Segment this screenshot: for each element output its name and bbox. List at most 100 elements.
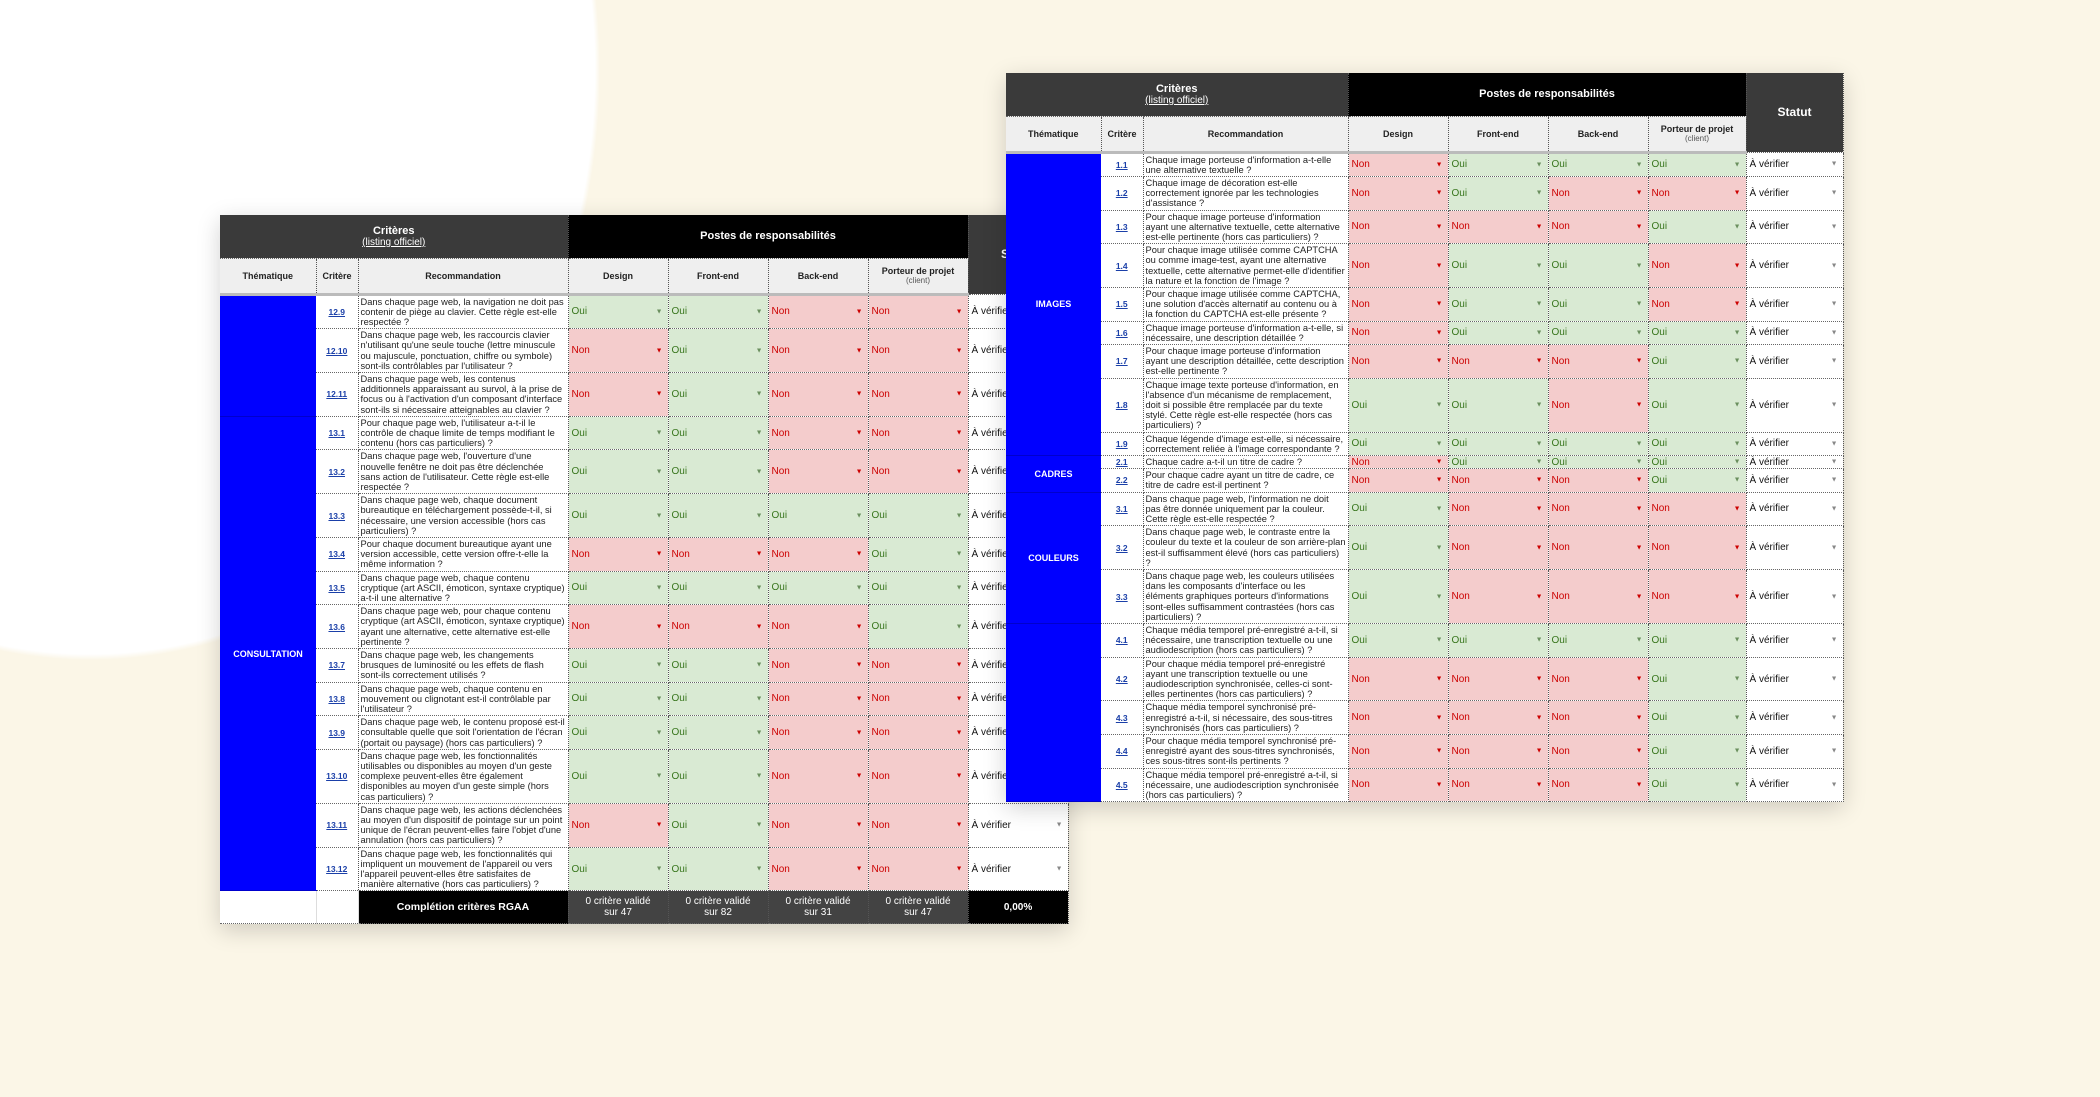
backend-dropdown[interactable]: Oui ▼ [1548, 432, 1649, 456]
design-dropdown[interactable]: Non ▼ [568, 372, 669, 417]
porteur-dropdown[interactable]: Oui ▼ [1648, 657, 1747, 702]
porteur-dropdown[interactable]: Oui ▼ [868, 604, 969, 649]
statut-dropdown[interactable]: À vérifier ▼ [1746, 321, 1844, 345]
critere-link[interactable]: 3.1 [1101, 492, 1144, 527]
critere-link[interactable]: 13.2 [316, 449, 359, 495]
backend-dropdown[interactable]: Non ▼ [768, 682, 869, 717]
porteur-dropdown[interactable]: Oui ▼ [1648, 344, 1747, 379]
critere-link[interactable]: 12.9 [316, 294, 359, 330]
backend-dropdown[interactable]: Non ▼ [768, 648, 869, 683]
frontend-dropdown[interactable]: Non ▼ [1448, 657, 1549, 702]
porteur-dropdown[interactable]: Oui ▼ [1648, 468, 1747, 493]
porteur-dropdown[interactable]: Non ▼ [868, 372, 969, 417]
porteur-dropdown[interactable]: Oui ▼ [1648, 700, 1747, 736]
backend-dropdown[interactable]: Non ▼ [1548, 378, 1649, 433]
frontend-dropdown[interactable]: Oui ▼ [668, 803, 769, 848]
design-dropdown[interactable]: Non ▼ [568, 328, 669, 373]
critere-link[interactable]: 4.1 [1101, 623, 1144, 658]
frontend-dropdown[interactable]: Oui ▼ [1448, 321, 1549, 345]
design-dropdown[interactable]: Oui ▼ [568, 571, 669, 606]
design-dropdown[interactable]: Oui ▼ [1348, 492, 1449, 527]
backend-dropdown[interactable]: Non ▼ [1548, 344, 1649, 379]
porteur-dropdown[interactable]: Oui ▼ [1648, 455, 1747, 470]
design-dropdown[interactable]: Oui ▼ [568, 715, 669, 750]
critere-link[interactable]: 13.11 [316, 803, 359, 848]
frontend-dropdown[interactable]: Non ▼ [1448, 734, 1549, 769]
design-dropdown[interactable]: Oui ▼ [1348, 623, 1449, 658]
porteur-dropdown[interactable]: Non ▼ [1648, 243, 1747, 288]
statut-dropdown[interactable]: À vérifier ▼ [968, 803, 1069, 848]
backend-dropdown[interactable]: Non ▼ [1548, 525, 1649, 571]
frontend-dropdown[interactable]: Oui ▼ [1448, 455, 1549, 470]
porteur-dropdown[interactable]: Non ▼ [1648, 525, 1747, 571]
critere-link[interactable]: 13.9 [316, 715, 359, 750]
backend-dropdown[interactable]: Non ▼ [768, 847, 869, 892]
backend-dropdown[interactable]: Oui ▼ [1548, 623, 1649, 658]
design-dropdown[interactable]: Non ▼ [1348, 321, 1449, 345]
design-dropdown[interactable]: Oui ▼ [568, 648, 669, 683]
frontend-dropdown[interactable]: Non ▼ [1448, 768, 1549, 803]
design-dropdown[interactable]: Oui ▼ [1348, 525, 1449, 571]
backend-dropdown[interactable]: Oui ▼ [768, 571, 869, 606]
backend-dropdown[interactable]: Non ▼ [768, 449, 869, 495]
design-dropdown[interactable]: Oui ▼ [568, 493, 669, 538]
backend-dropdown[interactable]: Non ▼ [1548, 468, 1649, 493]
porteur-dropdown[interactable]: Oui ▼ [1648, 378, 1747, 433]
critere-link[interactable]: 13.5 [316, 571, 359, 606]
backend-dropdown[interactable]: Oui ▼ [1548, 287, 1649, 322]
critere-link[interactable]: 1.9 [1101, 432, 1144, 456]
design-dropdown[interactable]: Non ▼ [568, 537, 669, 572]
design-dropdown[interactable]: Oui ▼ [1348, 569, 1449, 625]
critere-link[interactable]: 4.5 [1101, 768, 1144, 803]
backend-dropdown[interactable]: Oui ▼ [1548, 243, 1649, 288]
porteur-dropdown[interactable]: Oui ▼ [868, 493, 969, 538]
backend-dropdown[interactable]: Non ▼ [768, 715, 869, 750]
statut-dropdown[interactable]: À vérifier ▼ [1746, 569, 1844, 625]
frontend-dropdown[interactable]: Oui ▼ [1448, 623, 1549, 658]
backend-dropdown[interactable]: Non ▼ [768, 537, 869, 572]
backend-dropdown[interactable]: Oui ▼ [1548, 321, 1649, 345]
critere-link[interactable]: 4.3 [1101, 700, 1144, 736]
critere-link[interactable]: 1.8 [1101, 378, 1144, 433]
backend-dropdown[interactable]: Non ▼ [1548, 176, 1649, 211]
frontend-dropdown[interactable]: Non ▼ [1448, 344, 1549, 379]
backend-dropdown[interactable]: Non ▼ [1548, 700, 1649, 736]
frontend-dropdown[interactable]: Non ▼ [1448, 468, 1549, 493]
frontend-dropdown[interactable]: Non ▼ [1448, 492, 1549, 527]
backend-dropdown[interactable]: Non ▼ [1548, 210, 1649, 245]
critere-link[interactable]: 1.7 [1101, 344, 1144, 379]
design-dropdown[interactable]: Non ▼ [1348, 768, 1449, 803]
backend-dropdown[interactable]: Oui ▼ [768, 493, 869, 538]
frontend-dropdown[interactable]: Oui ▼ [1448, 287, 1549, 322]
frontend-dropdown[interactable]: Non ▼ [1448, 210, 1549, 245]
critere-link[interactable]: 13.12 [316, 847, 359, 892]
frontend-dropdown[interactable]: Oui ▼ [1448, 176, 1549, 211]
critere-link[interactable]: 1.6 [1101, 321, 1144, 345]
design-dropdown[interactable]: Non ▼ [1348, 700, 1449, 736]
backend-dropdown[interactable]: Non ▼ [768, 328, 869, 373]
statut-dropdown[interactable]: À vérifier ▼ [1746, 378, 1844, 433]
critere-link[interactable]: 13.4 [316, 537, 359, 572]
frontend-dropdown[interactable]: Oui ▼ [1448, 152, 1549, 177]
critere-link[interactable]: 13.1 [316, 416, 359, 451]
design-dropdown[interactable]: Oui ▼ [568, 847, 669, 892]
porteur-dropdown[interactable]: Non ▼ [868, 749, 969, 804]
critere-link[interactable]: 12.10 [316, 328, 359, 373]
critere-link[interactable]: 13.6 [316, 604, 359, 649]
design-dropdown[interactable]: Non ▼ [1348, 210, 1449, 245]
porteur-dropdown[interactable]: Oui ▼ [868, 537, 969, 572]
design-dropdown[interactable]: Non ▼ [1348, 243, 1449, 288]
design-dropdown[interactable]: Oui ▼ [568, 294, 669, 330]
statut-dropdown[interactable]: À vérifier ▼ [1746, 492, 1844, 527]
statut-dropdown[interactable]: À vérifier ▼ [1746, 210, 1844, 245]
frontend-dropdown[interactable]: Oui ▼ [668, 372, 769, 417]
frontend-dropdown[interactable]: Oui ▼ [668, 416, 769, 451]
frontend-dropdown[interactable]: Non ▼ [1448, 525, 1549, 571]
statut-dropdown[interactable]: À vérifier ▼ [1746, 432, 1844, 456]
porteur-dropdown[interactable]: Non ▼ [868, 847, 969, 892]
design-dropdown[interactable]: Non ▼ [1348, 657, 1449, 702]
design-dropdown[interactable]: Non ▼ [1348, 287, 1449, 322]
critere-link[interactable]: 1.5 [1101, 287, 1144, 322]
frontend-dropdown[interactable]: Oui ▼ [668, 648, 769, 683]
backend-dropdown[interactable]: Non ▼ [768, 604, 869, 649]
